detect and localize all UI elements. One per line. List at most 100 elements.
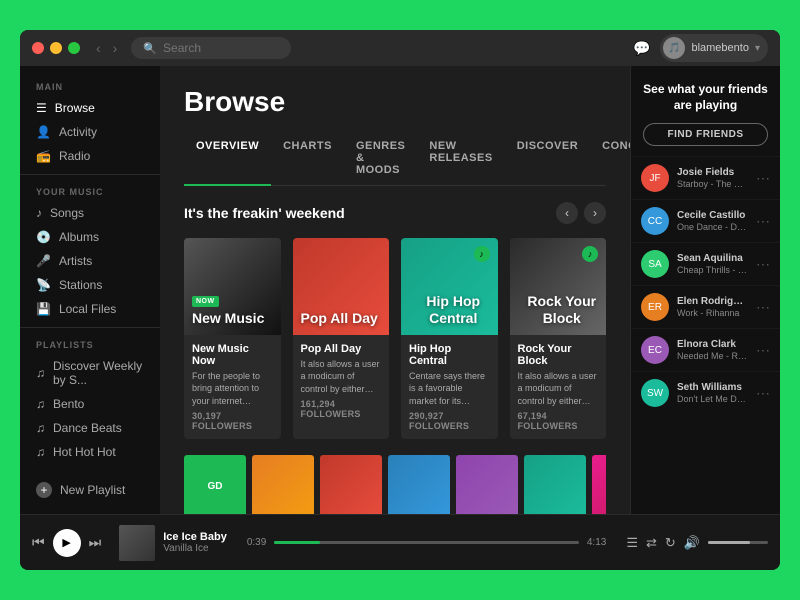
thumbnail-3[interactable] (388, 455, 450, 514)
playlist-card-2[interactable]: ♪ Hip Hop Central Hip Hop Central Centar… (401, 238, 498, 439)
progress-bar[interactable] (274, 541, 579, 544)
title-bar-right: 💬 🎵 blamebento ▾ (633, 34, 768, 62)
friend-info-4: Elnora Clark Needed Me - Rihanna (677, 339, 748, 361)
friend-item-0[interactable]: JF Josie Fields Starboy - The Weeknd ⋯ (631, 156, 780, 199)
spotify-logo-2: ♪ (474, 246, 490, 262)
play-pause-button[interactable]: ▶ (53, 529, 81, 557)
playlist-followers-2: 290,927 FOLLOWERS (409, 411, 490, 431)
playlist-card-3[interactable]: ♪ Rock Your Block Rock Your Block It als… (510, 238, 607, 439)
friend-item-4[interactable]: EC Elnora Clark Needed Me - Rihanna ⋯ (631, 328, 780, 371)
tab-genres[interactable]: GENRES & MOODS (344, 132, 417, 186)
maximize-button[interactable] (68, 42, 80, 54)
now-playing-thumb (119, 525, 155, 561)
playlist-grid: New Music NOW New Music Now For the peop… (184, 238, 606, 439)
search-input[interactable] (163, 41, 283, 55)
sidebar-item-browse[interactable]: ☰ Browse (20, 96, 160, 120)
prev-track-button[interactable]: ⏮ (32, 534, 45, 551)
playlist-followers-3: 67,194 FOLLOWERS (518, 411, 599, 431)
next-track-button[interactable]: ⏭ (89, 534, 102, 551)
sidebar-item-albums[interactable]: 💿 Albums (20, 225, 160, 249)
friend-item-1[interactable]: CC Cecile Castillo One Dance - Drake ⋯ (631, 199, 780, 242)
friend-more-icon-1[interactable]: ⋯ (756, 213, 770, 230)
friend-track-1: One Dance - Drake (677, 222, 748, 232)
friend-more-icon-3[interactable]: ⋯ (756, 299, 770, 316)
sidebar-item-radio[interactable]: 📻 Radio (20, 144, 160, 168)
friend-more-icon-5[interactable]: ⋯ (756, 385, 770, 402)
queue-icon[interactable]: ☰ (626, 535, 638, 551)
find-friends-button[interactable]: FIND FRIENDS (643, 123, 768, 146)
sidebar-item-songs[interactable]: ♪ Songs (20, 201, 160, 225)
time-total: 4:13 (587, 537, 606, 548)
playlist-card-0[interactable]: New Music NOW New Music Now For the peop… (184, 238, 281, 439)
artists-icon: 🎤 (36, 254, 51, 268)
tab-concerts[interactable]: CONCERTS (590, 132, 630, 186)
shuffle-icon[interactable]: ⇄ (646, 535, 657, 551)
sidebar: MAIN ☰ Browse 👤 Activity 📻 Radio YOUR MU… (20, 66, 160, 514)
back-button[interactable]: ‹ (92, 38, 105, 58)
app-window: ‹ › 🔍 💬 🎵 blamebento ▾ MAIN ☰ Browse � (20, 30, 780, 570)
thumbnail-2[interactable] (320, 455, 382, 514)
sidebar-divider-1 (20, 174, 160, 175)
repeat-icon[interactable]: ↻ (665, 535, 676, 551)
thumbnail-1[interactable] (252, 455, 314, 514)
friend-track-2: Cheap Thrills - Sia (677, 265, 748, 275)
prev-button[interactable]: ‹ (556, 202, 578, 224)
friend-item-3[interactable]: ER Elen Rodriguez Work - Rihanna ⋯ (631, 285, 780, 328)
sidebar-item-local[interactable]: 💾 Local Files (20, 297, 160, 321)
friend-name-3: Elen Rodriguez (677, 296, 748, 307)
tab-discover[interactable]: DISCOVER (505, 132, 590, 186)
friend-info-0: Josie Fields Starboy - The Weeknd (677, 167, 748, 189)
spotify-logo-3: ♪ (582, 246, 598, 262)
time-elapsed: 0:39 (247, 537, 266, 548)
new-playlist-button[interactable]: + New Playlist (20, 476, 160, 504)
sidebar-item-playlist-0[interactable]: ♫ Discover Weekly by S... (20, 354, 160, 392)
thumbnail-6[interactable] (592, 455, 606, 514)
tab-charts[interactable]: CHARTS (271, 132, 344, 186)
sidebar-main-label: MAIN (20, 76, 160, 96)
playlist-card-1[interactable]: Pop All Day Pop All Day It also allows a… (293, 238, 390, 439)
thumbnail-0[interactable]: GD (184, 455, 246, 514)
radio-icon: 📻 (36, 149, 51, 163)
friend-avatar-4: EC (641, 336, 669, 364)
search-bar[interactable]: 🔍 (131, 37, 291, 59)
playlist-image-1: Pop All Day (293, 238, 390, 335)
tab-new-releases[interactable]: NEW RELEASES (417, 132, 504, 186)
friend-avatar-0: JF (641, 164, 669, 192)
sidebar-item-playlist-1[interactable]: ♫ Bento (20, 392, 160, 416)
friend-more-icon-2[interactable]: ⋯ (756, 256, 770, 273)
playlist-icon: ♫ (36, 421, 45, 435)
friend-item-5[interactable]: SW Seth Williams Don't Let Me Down ⋯ (631, 371, 780, 414)
albums-icon: 💿 (36, 230, 51, 244)
sidebar-item-playlist-3[interactable]: ♫ Hot Hot Hot (20, 440, 160, 464)
sidebar-item-artists[interactable]: 🎤 Artists (20, 249, 160, 273)
close-button[interactable] (32, 42, 44, 54)
forward-button[interactable]: › (109, 38, 122, 58)
thumbnail-4[interactable] (456, 455, 518, 514)
tab-overview[interactable]: OVERVIEW (184, 132, 271, 186)
overlay-text-2: Hip Hop Central (409, 293, 498, 327)
playlist-image-0: New Music NOW (184, 238, 281, 335)
friend-item-2[interactable]: SA Sean Aquilina Cheap Thrills - Sia ⋯ (631, 242, 780, 285)
friend-track-5: Don't Let Me Down (677, 394, 748, 404)
sidebar-item-activity[interactable]: 👤 Activity (20, 120, 160, 144)
sidebar-item-playlist-2[interactable]: ♫ Dance Beats (20, 416, 160, 440)
stations-icon: 📡 (36, 278, 51, 292)
sidebar-item-stations[interactable]: 📡 Stations (20, 273, 160, 297)
thumbnail-5[interactable] (524, 455, 586, 514)
volume-bar[interactable] (708, 541, 768, 544)
minimize-button[interactable] (50, 42, 62, 54)
overlay-text-0: New Music (192, 310, 264, 327)
activity-icon: 👤 (36, 125, 51, 139)
avatar: 🎵 (663, 37, 685, 59)
next-button[interactable]: › (584, 202, 606, 224)
thumbnail-row: GD (184, 455, 606, 514)
chevron-down-icon: ▾ (755, 43, 760, 54)
playlist-name-3: Rock Your Block (518, 343, 599, 367)
section-nav: ‹ › (556, 202, 606, 224)
inbox-icon[interactable]: 💬 (633, 40, 650, 57)
user-area[interactable]: 🎵 blamebento ▾ (660, 34, 768, 62)
playlist-desc-1: It also allows a user a modicum of contr… (301, 358, 382, 396)
overlay-text-3: Rock Your Block (518, 293, 607, 327)
friend-more-icon-4[interactable]: ⋯ (756, 342, 770, 359)
friend-more-icon-0[interactable]: ⋯ (756, 170, 770, 187)
